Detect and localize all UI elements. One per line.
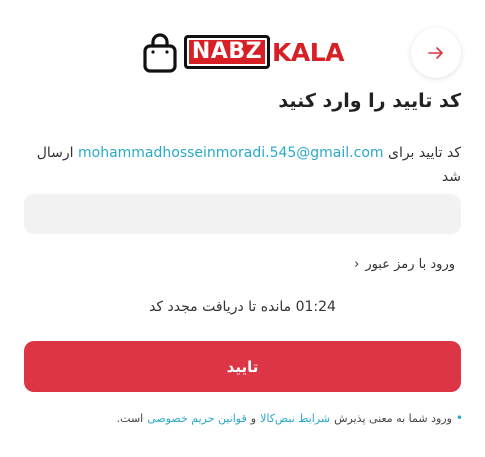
brand-logo: NABZ KALA [142, 32, 346, 74]
login-with-password-label: ورود با رمز عبور [365, 257, 455, 272]
terms-suffix: است. [116, 411, 144, 425]
terms-link[interactable]: شرایط نبض‌کالا [260, 412, 330, 425]
page-title: کد تایید را وارد کنید [278, 90, 461, 112]
brand-box: NABZ [184, 35, 270, 69]
shopping-bag-icon [143, 33, 177, 73]
header: NABZ KALA [0, 22, 485, 82]
arrow-right-icon [428, 47, 443, 59]
bullet-dot: • [455, 411, 463, 425]
resend-timer: 01:24 مانده تا دریافت مجدد کد [0, 299, 485, 315]
terms-prefix: ورود شما به معنی پذیرش [334, 411, 452, 425]
brand-name-part-2: KALA [272, 38, 345, 67]
terms-notice: • ورود شما به معنی پذیرش شرایط نبض‌کالا … [117, 411, 463, 425]
timer-value: 01:24 [295, 299, 336, 315]
brand-name-part-1: NABZ [191, 39, 263, 64]
terms-and: و [250, 411, 257, 425]
confirm-button[interactable]: تایید [24, 341, 461, 392]
email-address: mohammadhosseinmoradi.545@gmail.com [78, 145, 384, 161]
login-with-password-link[interactable]: ورود با رمز عبور ‹ [354, 257, 455, 272]
privacy-link[interactable]: قوانین حریم خصوصی [147, 412, 247, 425]
otp-code-input[interactable] [24, 194, 461, 234]
info-prefix: کد تایید برای [387, 145, 461, 161]
otp-verification-page: NABZ KALA کد تایید را وارد کنید کد تایید… [0, 0, 485, 457]
chevron-left-icon: ‹ [354, 257, 360, 272]
timer-text: مانده تا دریافت مجدد کد [149, 299, 292, 315]
back-button[interactable] [411, 28, 461, 78]
code-sent-info: کد تایید برای mohammadhosseinmoradi.545@… [24, 141, 461, 189]
